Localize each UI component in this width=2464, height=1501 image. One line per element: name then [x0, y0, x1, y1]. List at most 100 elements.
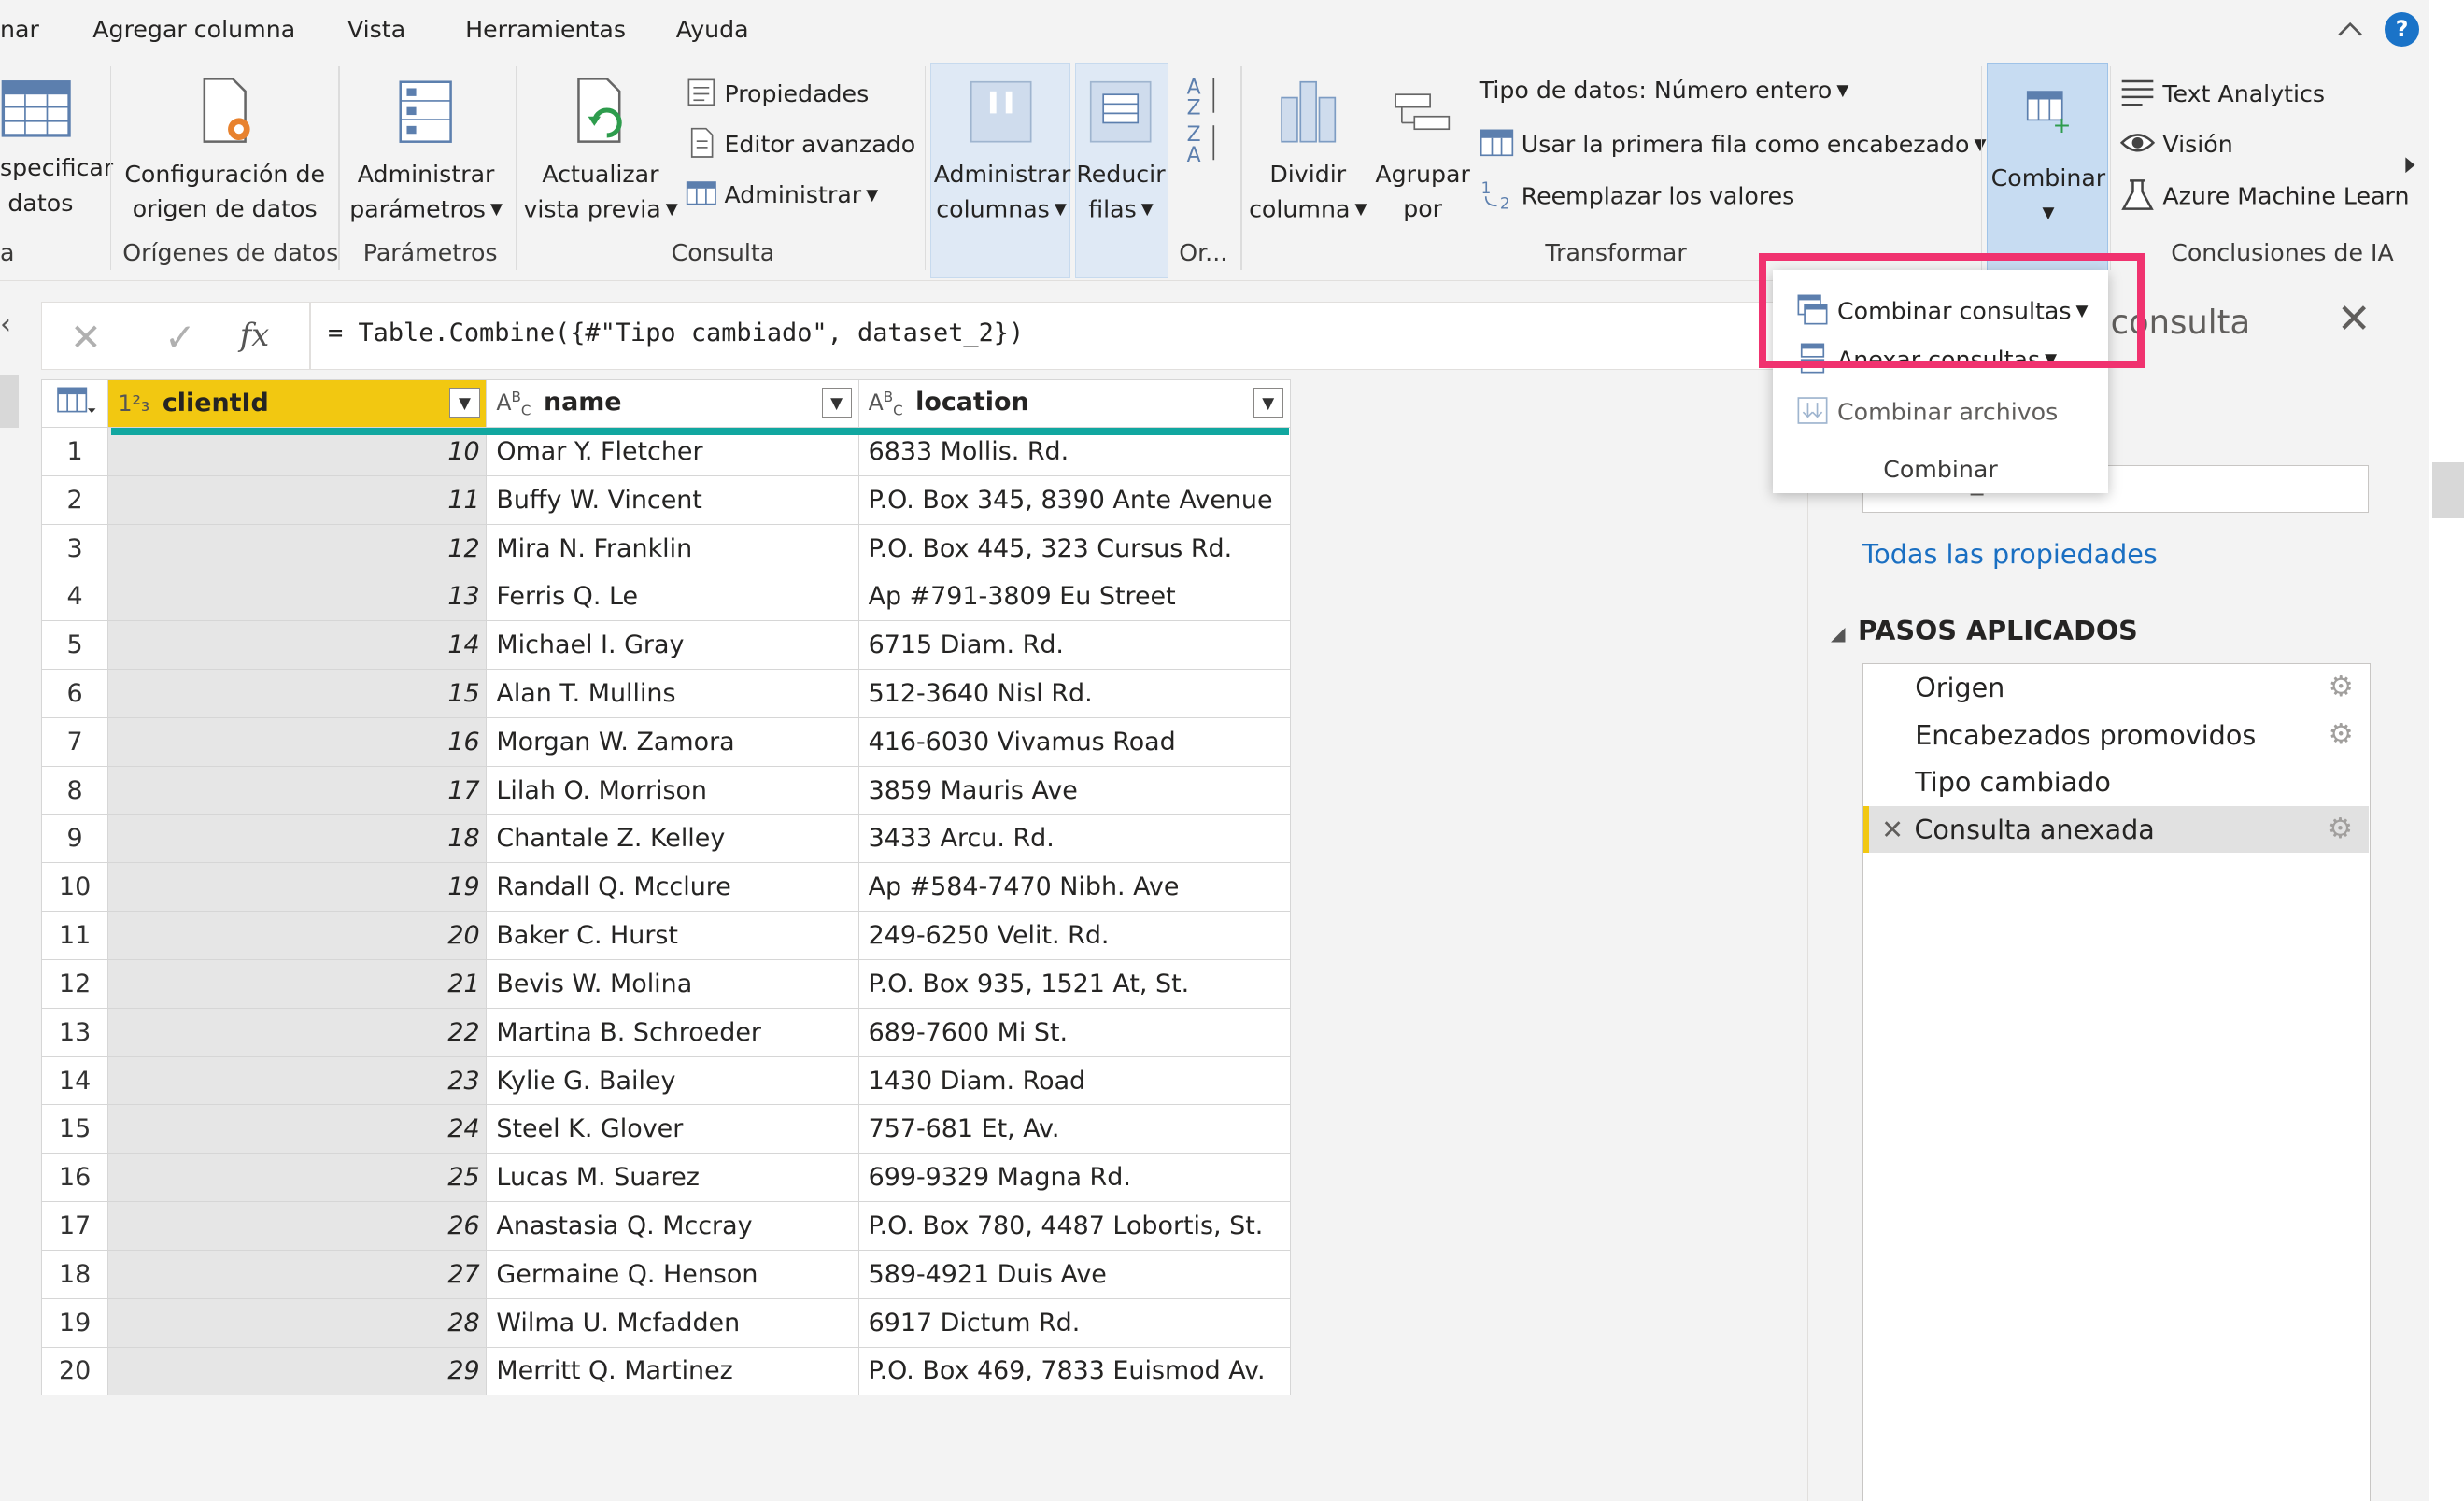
cell-clientid[interactable]: 28 — [107, 1297, 488, 1348]
cell-clientid[interactable]: 26 — [107, 1201, 488, 1251]
row-number[interactable]: 8 — [40, 765, 109, 815]
cell-name[interactable]: Merritt Q. Martinez — [486, 1346, 859, 1396]
scrollbar-thumb[interactable] — [2431, 461, 2464, 519]
applied-steps-header[interactable]: ◢ PASOS APLICADOS — [1831, 615, 2138, 646]
cell-name[interactable]: Germaine Q. Henson — [486, 1249, 859, 1299]
cell-clientid[interactable]: 23 — [107, 1055, 488, 1106]
cell-location[interactable]: P.O. Box 935, 1521 At, St. — [857, 959, 1291, 1009]
row-number[interactable]: 6 — [40, 669, 109, 718]
row-number[interactable]: 14 — [40, 1055, 109, 1106]
cell-location[interactable]: 512-3640 Nisl Rd. — [857, 669, 1291, 718]
cell-clientid[interactable]: 11 — [107, 474, 488, 525]
usar-primera-fila-button[interactable]: Usar la primera fila como encabezado▼ — [1480, 127, 1986, 159]
table-row[interactable]: 18 27 Germaine Q. Henson 589-4921 Duis Ave — [40, 1249, 1291, 1299]
table-row[interactable]: 15 24 Steel K. Glover 757-681 Et, Av. — [40, 1104, 1291, 1154]
table-row[interactable]: 11 20 Baker C. Hurst 249-6250 Velit. Rd. — [40, 911, 1291, 961]
gear-icon[interactable]: ⚙ — [2328, 806, 2353, 853]
number-type-icon[interactable]: 1²₃ — [119, 390, 150, 417]
cell-clientid[interactable]: 22 — [107, 1007, 488, 1057]
row-number[interactable]: 12 — [40, 959, 109, 1009]
table-row[interactable]: 17 26 Anastasia Q. Mccray P.O. Box 780, 448… — [40, 1201, 1291, 1251]
menu-item-vista[interactable]: Vista — [347, 16, 405, 43]
row-number[interactable]: 10 — [40, 862, 109, 913]
cell-name[interactable]: Chantale Z. Kelley — [486, 814, 859, 864]
cell-name[interactable]: Martina B. Schroeder — [486, 1007, 859, 1057]
row-number[interactable]: 11 — [40, 911, 109, 961]
column-filter-dropdown-icon[interactable]: ▼ — [1253, 388, 1283, 418]
row-number[interactable]: 19 — [40, 1297, 109, 1348]
close-icon[interactable]: ✕ — [2337, 295, 2372, 343]
help-button[interactable]: ? — [2385, 12, 2420, 48]
cell-location[interactable]: 589-4921 Duis Ave — [857, 1249, 1291, 1299]
column-header-clientid[interactable]: 1²₃ clientId ▼ — [107, 378, 488, 429]
cell-location[interactable]: 416-6030 Vivamus Road — [857, 716, 1291, 767]
table-row[interactable]: 20 29 Merritt Q. Martinez P.O. Box 469, 783… — [40, 1346, 1291, 1396]
cell-name[interactable]: Buffy W. Vincent — [486, 474, 859, 525]
cell-location[interactable]: 699-9329 Magna Rd. — [857, 1153, 1291, 1203]
ribbon-scroll-right-icon[interactable] — [2402, 154, 2418, 177]
cell-name[interactable]: Steel K. Glover — [486, 1104, 859, 1154]
configuracion-origen-button[interactable]: Configuración de origen de datos — [120, 76, 331, 227]
gear-icon[interactable]: ⚙ — [2329, 664, 2354, 711]
row-number[interactable]: 18 — [40, 1249, 109, 1299]
cell-name[interactable]: Randall Q. Mcclure — [486, 862, 859, 913]
table-row[interactable]: 16 25 Lucas M. Suarez 699-9329 Magna Rd. — [40, 1153, 1291, 1203]
editor-avanzado-button[interactable]: Editor avanzado — [686, 127, 915, 159]
cell-location[interactable]: 6715 Diam. Rd. — [857, 620, 1291, 671]
column-filter-dropdown-icon[interactable]: ▼ — [821, 388, 852, 418]
row-number[interactable]: 16 — [40, 1153, 109, 1203]
cell-location[interactable]: 757-681 Et, Av. — [857, 1104, 1291, 1154]
cell-clientid[interactable]: 14 — [107, 620, 488, 671]
cell-clientid[interactable]: 21 — [107, 959, 488, 1009]
cell-name[interactable]: Wilma U. Mcfadden — [486, 1297, 859, 1348]
cell-clientid[interactable]: 15 — [107, 669, 488, 718]
cell-name[interactable]: Ferris Q. Le — [486, 572, 859, 622]
row-number[interactable]: 15 — [40, 1104, 109, 1154]
table-row[interactable]: 14 23 Kylie G. Bailey 1430 Diam. Road — [40, 1055, 1291, 1106]
cell-location[interactable]: P.O. Box 445, 323 Cursus Rd. — [857, 523, 1291, 573]
column-header-location[interactable]: ABC location ▼ — [857, 378, 1291, 429]
menu-item-ayuda[interactable]: Ayuda — [676, 16, 749, 43]
cell-name[interactable]: Anastasia Q. Mccray — [486, 1201, 859, 1251]
cell-clientid[interactable]: 25 — [107, 1153, 488, 1203]
table-menu-icon[interactable] — [40, 378, 109, 429]
cell-location[interactable]: Ap #791-3809 Eu Street — [857, 572, 1291, 622]
cell-location[interactable]: 3859 Mauris Ave — [857, 765, 1291, 815]
tipo-datos-dropdown[interactable]: Tipo de datos: Número entero ▼ — [1480, 77, 1849, 104]
cell-clientid[interactable]: 20 — [107, 911, 488, 961]
agrupar-por-button[interactable]: Agrupar por — [1374, 76, 1471, 227]
table-row[interactable]: 19 28 Wilma U. Mcfadden 6917 Dictum Rd. — [40, 1297, 1291, 1348]
row-number[interactable]: 3 — [40, 523, 109, 573]
collapse-ribbon-icon[interactable] — [2336, 18, 2364, 40]
cell-location[interactable]: 6917 Dictum Rd. — [857, 1297, 1291, 1348]
delete-step-icon[interactable]: ✕ — [1881, 806, 1904, 853]
text-type-icon[interactable]: ABC — [869, 389, 903, 419]
vision-button[interactable]: Visión — [2120, 127, 2233, 159]
cancel-formula-icon[interactable]: ✕ — [70, 316, 102, 360]
table-row[interactable]: 4 13 Ferris Q. Le Ap #791-3809 Eu Street — [40, 572, 1291, 622]
cell-location[interactable]: P.O. Box 345, 8390 Ante Avenue — [857, 474, 1291, 525]
row-number[interactable]: 2 — [40, 474, 109, 525]
row-number[interactable]: 7 — [40, 716, 109, 767]
row-number[interactable]: 1 — [40, 427, 109, 476]
confirm-formula-icon[interactable]: ✓ — [164, 316, 196, 360]
table-row[interactable]: 2 11 Buffy W. Vincent P.O. Box 345, 8390 An… — [40, 474, 1291, 525]
row-number[interactable]: 20 — [40, 1346, 109, 1396]
step-consulta-anexada[interactable]: ✕ Consulta anexada ⚙ — [1862, 805, 2369, 854]
cell-name[interactable]: Kylie G. Bailey — [486, 1055, 859, 1106]
menu-item-inicio-partial[interactable]: nar — [0, 16, 39, 43]
cell-clientid[interactable]: 18 — [107, 814, 488, 864]
cell-name[interactable]: Michael I. Gray — [486, 620, 859, 671]
table-row[interactable]: 6 15 Alan T. Mullins 512-3640 Nisl Rd. — [40, 669, 1291, 718]
cell-name[interactable]: Alan T. Mullins — [486, 669, 859, 718]
propiedades-button[interactable]: Propiedades — [686, 77, 869, 108]
table-row[interactable]: 13 22 Martina B. Schroeder 689-7600 Mi St. — [40, 1007, 1291, 1057]
table-row[interactable]: 3 12 Mira N. Franklin P.O. Box 445, 323 Cur… — [40, 523, 1291, 573]
cell-location[interactable]: P.O. Box 469, 7833 Euismod Av. — [857, 1346, 1291, 1396]
cell-name[interactable]: Lucas M. Suarez — [486, 1153, 859, 1203]
cell-clientid[interactable]: 29 — [107, 1346, 488, 1396]
formula-input[interactable]: = Table.Combine({#"Tipo cambiado", datas… — [328, 319, 1024, 347]
menu-item-herramientas[interactable]: Herramientas — [465, 16, 626, 43]
dividir-columna-button[interactable]: Dividir columna ▼ — [1248, 76, 1367, 227]
azure-ml-button[interactable]: Azure Machine Learn — [2120, 177, 2409, 212]
